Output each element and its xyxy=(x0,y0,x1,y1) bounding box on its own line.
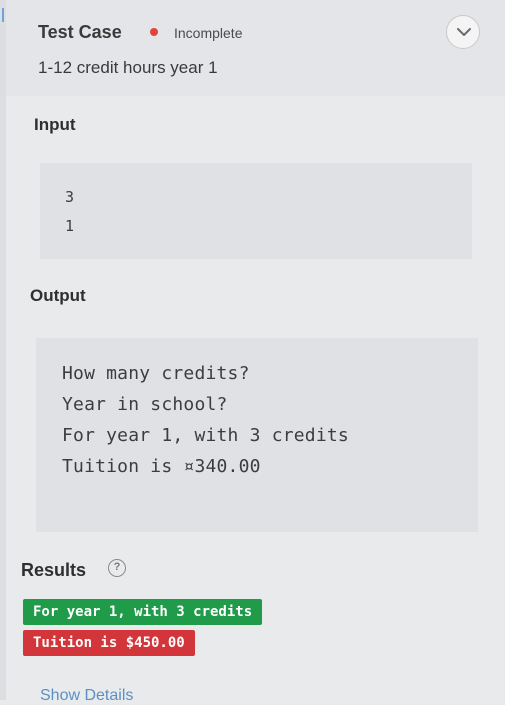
results-label: Results xyxy=(21,560,87,580)
output-box: How many credits? Year in school? For ye… xyxy=(36,338,478,532)
output-line: For year 1, with 3 credits xyxy=(62,425,349,446)
help-icon[interactable]: ? xyxy=(108,559,126,577)
test-case-title: Test Case xyxy=(38,22,122,42)
left-edge xyxy=(0,0,6,700)
test-case-header[interactable] xyxy=(6,0,505,96)
expand-toggle-button[interactable] xyxy=(446,15,480,49)
edge-marker xyxy=(2,8,4,22)
output-line: Year in school? xyxy=(62,394,228,415)
input-line: 1 xyxy=(65,217,75,235)
status-dot-icon xyxy=(150,28,158,36)
output-line: Tuition is ¤340.00 xyxy=(62,456,261,477)
show-details-link[interactable]: Show Details xyxy=(40,687,133,705)
test-case-subtitle: 1-12 credit hours year 1 xyxy=(38,58,218,77)
input-label: Input xyxy=(34,115,76,134)
result-match-chip: For year 1, with 3 credits xyxy=(23,599,263,625)
status-text: Incomplete xyxy=(174,25,243,41)
input-box: 3 1 xyxy=(40,163,472,259)
chevron-down-icon xyxy=(457,28,471,36)
input-line: 3 xyxy=(65,188,75,206)
output-label: Output xyxy=(30,286,86,305)
output-line: How many credits? xyxy=(62,363,250,384)
result-mismatch-chip: Tuition is $450.00 xyxy=(23,630,195,656)
